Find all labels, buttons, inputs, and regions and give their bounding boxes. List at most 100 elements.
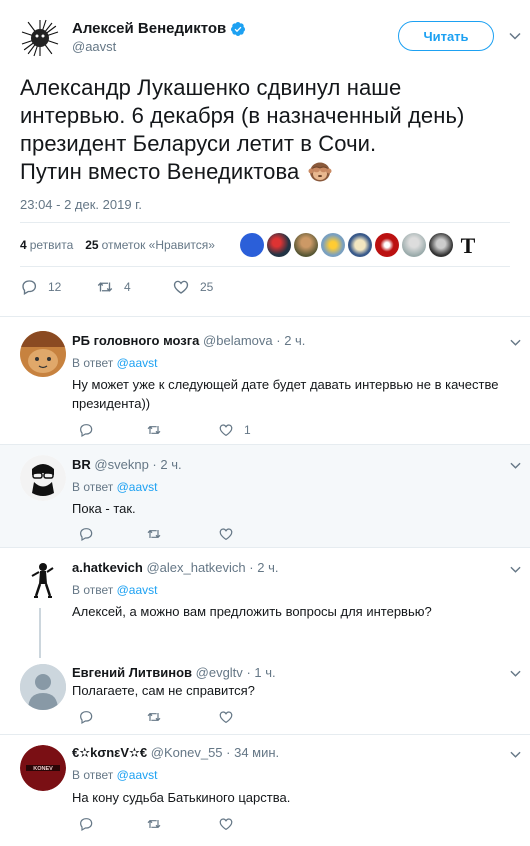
retweet-icon <box>147 819 161 829</box>
like-action[interactable] <box>218 526 234 542</box>
tweet-text-line: интервью. 6 декабря (в назначенный день) <box>20 103 465 128</box>
reply-author-handle[interactable]: @evgltv <box>196 665 243 680</box>
retweet-action[interactable] <box>146 422 218 438</box>
reply-avatar[interactable] <box>20 331 66 377</box>
divider <box>20 222 510 223</box>
reply-icon <box>80 424 93 438</box>
liker-avatar[interactable] <box>240 233 264 257</box>
reply-avatar[interactable] <box>20 455 66 501</box>
reply-tweet[interactable]: KONEV €✫kσnεV✫€ @Konev_55 · 34 мин. В от… <box>0 735 530 846</box>
divider <box>20 266 510 267</box>
reply-author-name[interactable]: €✫kσnεV✫€ <box>72 745 147 760</box>
like-action[interactable] <box>218 709 234 725</box>
retweet-action[interactable] <box>146 709 218 725</box>
reply-header: Евгений Литвинов @evgltv · 1 ч. <box>72 665 276 680</box>
reply-actions: 1 <box>72 422 251 438</box>
reply-icon <box>80 818 93 832</box>
reply-author-handle[interactable]: @belamova <box>203 333 273 348</box>
reply-text: Ну может уже к следующей дате будет дава… <box>72 377 499 411</box>
retweets-count: 4 <box>20 238 27 252</box>
reply-author-handle[interactable]: @Konev_55 <box>151 745 223 760</box>
tweet-stats: 4 ретвита 25 отметок «Нравится» <box>20 233 227 257</box>
tweet-text-line-last: Путин вместо Венедиктова <box>20 158 520 186</box>
reply-author-name[interactable]: BR <box>72 457 91 472</box>
svg-text:T: T <box>461 233 476 257</box>
main-tweet: Алексей Венедиктов @aavst Читать Алексан… <box>0 0 530 320</box>
retweet-action[interactable] <box>146 526 218 542</box>
reply-tweet[interactable]: BR @sveknp · 2 ч. В ответ @aavst Пока - … <box>0 445 530 547</box>
reply-count: 12 <box>48 280 62 294</box>
like-icon <box>219 711 233 724</box>
reply-author-handle[interactable]: @alex_hatkevich <box>146 560 245 575</box>
reply-action[interactable] <box>72 709 146 725</box>
liker-avatar[interactable] <box>375 233 399 257</box>
reply-time[interactable]: · 2 ч. <box>276 333 305 348</box>
chevron-down-icon[interactable] <box>509 30 521 42</box>
in-reply-prefix: В ответ <box>72 583 114 597</box>
likes-label: отметок «Нравится» <box>101 238 215 252</box>
reply-action[interactable]: 12 <box>20 278 96 296</box>
reply-author-name[interactable]: РБ головного мозга <box>72 333 199 348</box>
author-name[interactable]: Алексей Венедиктов <box>72 20 246 37</box>
likes-stat[interactable]: 25 отметок «Нравится» <box>85 238 215 252</box>
monkey-emoji-icon <box>308 162 332 182</box>
retweet-count: 4 <box>124 280 131 294</box>
reply-time[interactable]: · 2 ч. <box>249 560 278 575</box>
in-reply-link[interactable]: @aavst <box>117 768 158 782</box>
reply-action[interactable] <box>72 422 146 438</box>
retweet-icon <box>147 529 161 539</box>
in-reply-to: В ответ @aavst <box>72 480 157 494</box>
reply-time[interactable]: · 1 ч. <box>246 665 275 680</box>
like-count: 1 <box>244 423 251 437</box>
reply-tweet[interactable]: РБ головного мозга @belamova · 2 ч. В от… <box>0 317 530 444</box>
author-avatar[interactable] <box>20 18 60 58</box>
liker-avatar[interactable] <box>294 233 318 257</box>
in-reply-to: В ответ @aavst <box>72 768 157 782</box>
reply-author-handle[interactable]: @sveknp <box>94 457 148 472</box>
like-action[interactable]: 1 <box>218 422 251 438</box>
retweets-label: ретвита <box>29 238 74 252</box>
follow-button[interactable]: Читать <box>398 21 494 51</box>
like-icon <box>173 280 189 294</box>
liker-avatar[interactable] <box>429 233 453 257</box>
chevron-down-icon[interactable] <box>510 460 521 471</box>
reply-action[interactable] <box>72 526 146 542</box>
reply-avatar[interactable]: KONEV <box>20 745 66 791</box>
liker-avatar[interactable] <box>402 233 426 257</box>
retweet-action[interactable]: 4 <box>96 278 172 296</box>
reply-time[interactable]: · 34 мин. <box>226 745 279 760</box>
reply-author-name[interactable]: Евгений Литвинов <box>72 665 192 680</box>
liker-avatar[interactable]: T <box>456 233 480 258</box>
like-icon <box>219 424 233 437</box>
reply-thread: a.hatkevich @alex_hatkevich · 2 ч. В отв… <box>0 548 530 734</box>
reply-header: РБ головного мозга @belamova · 2 ч. <box>72 333 305 348</box>
in-reply-prefix: В ответ <box>72 356 114 370</box>
liker-avatar[interactable] <box>267 233 291 257</box>
chevron-down-icon[interactable] <box>510 668 521 679</box>
reply-time[interactable]: · 2 ч. <box>152 457 181 472</box>
reply-avatar[interactable] <box>20 558 66 604</box>
author-handle[interactable]: @aavst <box>72 39 116 54</box>
chevron-down-icon[interactable] <box>510 749 521 760</box>
in-reply-link[interactable]: @aavst <box>117 480 158 494</box>
like-action[interactable]: 25 <box>172 278 213 296</box>
reply-icon <box>80 528 93 542</box>
chevron-down-icon[interactable] <box>510 337 521 348</box>
tweet-text-line: Путин вместо Венедиктова <box>20 159 300 184</box>
like-action[interactable] <box>218 816 234 832</box>
likers-avatars: T <box>240 233 480 258</box>
in-reply-link[interactable]: @aavst <box>117 583 158 597</box>
retweet-icon <box>97 282 113 292</box>
liker-avatar[interactable] <box>321 233 345 257</box>
retweet-action[interactable] <box>146 816 218 832</box>
tweet-timestamp[interactable]: 23:04 - 2 дек. 2019 г. <box>20 197 142 212</box>
in-reply-to: В ответ @aavst <box>72 356 157 370</box>
reply-action[interactable] <box>72 816 146 832</box>
chevron-down-icon[interactable] <box>510 564 521 575</box>
retweets-stat[interactable]: 4 ретвита <box>20 238 73 252</box>
liker-avatar[interactable] <box>348 233 372 257</box>
reply-author-name[interactable]: a.hatkevich <box>72 560 143 575</box>
reply-avatar-default[interactable] <box>20 664 66 710</box>
in-reply-link[interactable]: @aavst <box>117 356 158 370</box>
author-name-text[interactable]: Алексей Венедиктов <box>72 20 226 37</box>
